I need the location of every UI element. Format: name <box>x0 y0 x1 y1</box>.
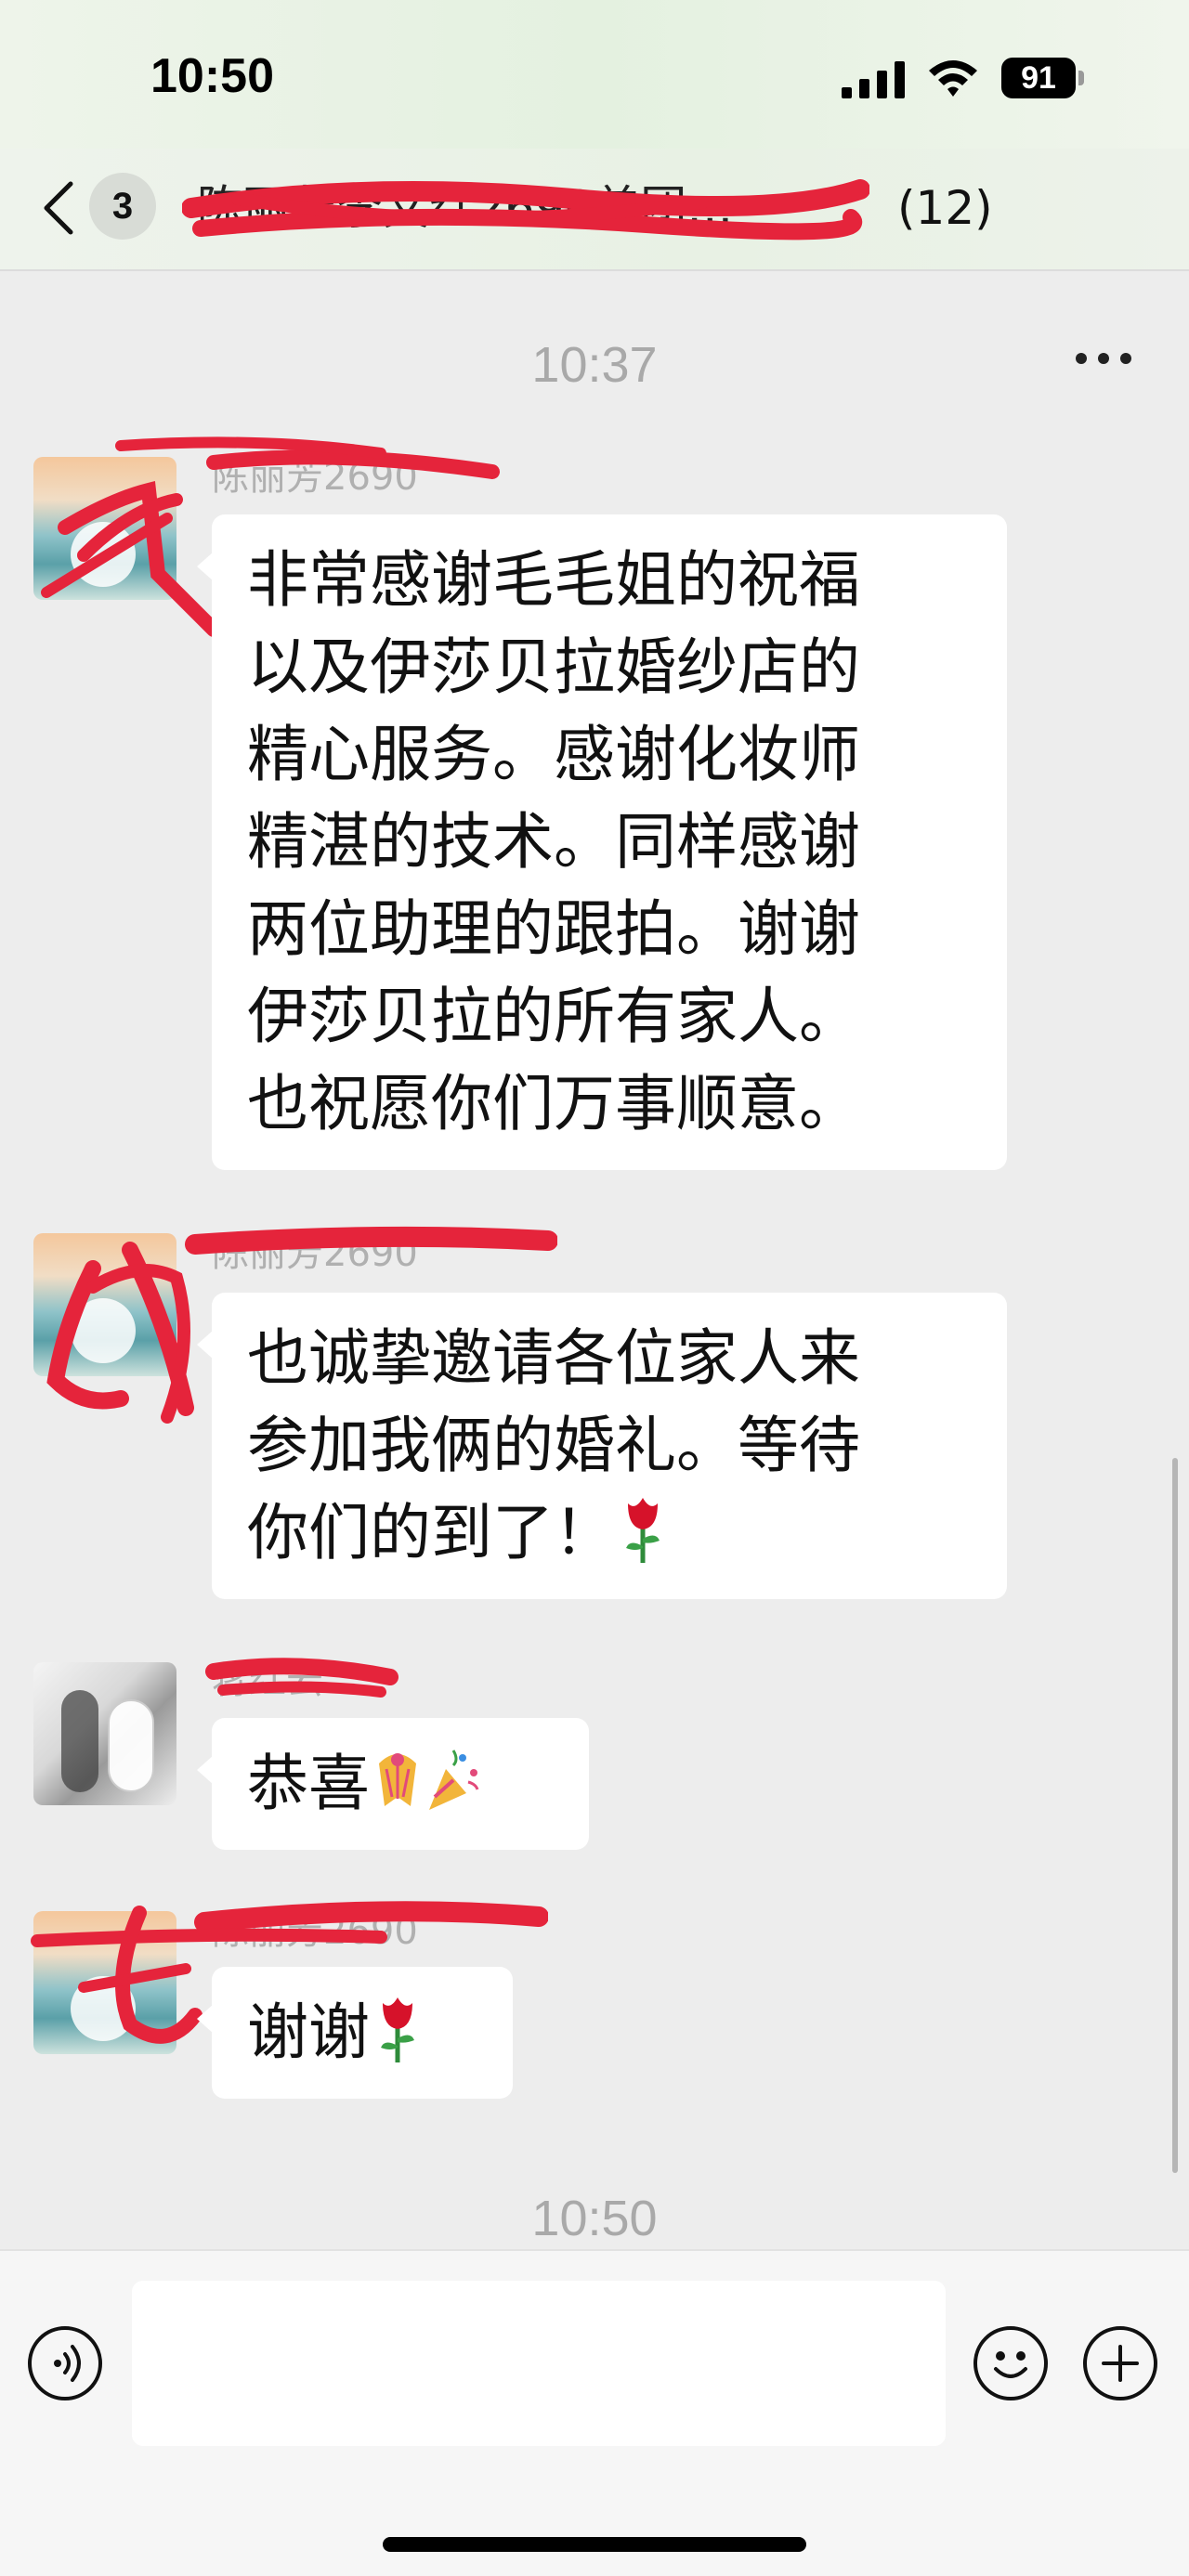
message-text-content: 谢谢 <box>247 1997 370 2068</box>
message-text: 也诚挚邀请各位家人来 参加我俩的婚礼。等待 你们的到了！ <box>247 1315 972 1577</box>
message-bubble[interactable]: 谢谢 <box>197 1967 513 2099</box>
unread-badge[interactable]: 3 <box>89 173 156 240</box>
rose-icon <box>626 1498 660 1563</box>
signal-icon <box>842 61 905 98</box>
timestamp: 10:37 <box>531 337 658 393</box>
avatar-figure <box>61 1690 98 1792</box>
voice-button[interactable] <box>28 2326 102 2400</box>
title-redaction <box>182 179 869 241</box>
battery-tip <box>1078 71 1084 85</box>
message-input[interactable] <box>132 2281 946 2446</box>
emoji-button[interactable] <box>973 2326 1048 2400</box>
emoji-icon <box>994 2351 1027 2378</box>
message-bubble[interactable]: 也诚挚邀请各位家人来 参加我俩的婚礼。等待 你们的到了！ <box>197 1293 1007 1599</box>
voice-icon <box>54 2345 81 2382</box>
scroll-indicator[interactable] <box>1172 1458 1178 2173</box>
add-icon <box>1102 2345 1139 2382</box>
rose-icon <box>381 1997 414 2062</box>
home-indicator <box>383 2537 806 2552</box>
timestamp: 10:50 <box>531 2191 658 2246</box>
battery-level: 91 <box>1001 58 1076 98</box>
member-count: (12) <box>897 181 993 235</box>
add-button[interactable] <box>1083 2326 1157 2400</box>
wifi-icon <box>929 60 977 97</box>
message-text-content: 恭喜 <box>247 1748 370 1819</box>
avatar[interactable] <box>33 1662 176 1805</box>
party-popper-icon <box>429 1750 479 1810</box>
message-text: 谢谢 <box>247 1989 477 2076</box>
message-text: 恭喜 <box>247 1740 554 1828</box>
ribbon-icon <box>379 1753 416 1806</box>
message-text-content: 也诚挚邀请各位家人来 参加我俩的婚礼。等待 你们的到了！ <box>247 1322 860 1568</box>
message-bubble[interactable]: 非常感谢毛毛姐的祝福 以及伊莎贝拉婚纱店的 精心服务。感谢化妆师 精湛的技术。同… <box>197 514 1007 1170</box>
status-time: 10:50 <box>150 49 274 103</box>
name-redaction <box>205 1658 399 1698</box>
avatar-figure <box>108 1699 154 1792</box>
message-text: 非常感谢毛毛姐的祝福 以及伊莎贝拉婚纱店的 精心服务。感谢化妆师 精湛的技术。同… <box>247 544 860 1139</box>
chevron-left-icon[interactable] <box>41 180 78 236</box>
status-bar: 10:50 91 <box>0 0 1189 149</box>
battery-icon: 91 <box>1001 58 1085 98</box>
message-bubble[interactable]: 恭喜 <box>197 1718 589 1850</box>
